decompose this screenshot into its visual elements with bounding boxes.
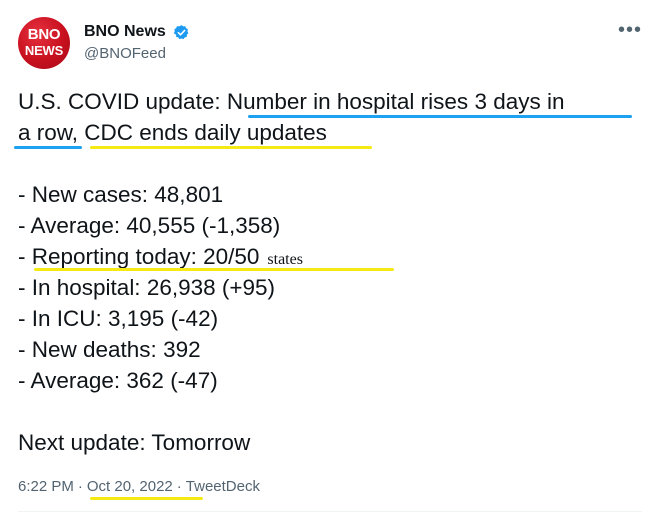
separator-dot: · xyxy=(176,478,182,495)
divider xyxy=(18,511,642,512)
blue-highlight-underline-2 xyxy=(14,146,82,149)
stat-average-deaths: - Average: 362 (-47) xyxy=(18,368,218,393)
tweet-date[interactable]: Oct 20, 2022 xyxy=(87,478,173,495)
avatar-text-line1: BNO xyxy=(27,26,61,43)
tweet-time[interactable]: 6:22 PM xyxy=(18,478,74,495)
stat-average-cases: - Average: 40,555 (-1,358) xyxy=(18,213,281,238)
yellow-highlight-underline-3 xyxy=(90,497,203,500)
tweet-meta: 6:22 PM · Oct 20, 2022 · TweetDeck xyxy=(18,478,260,496)
tweet-source[interactable]: TweetDeck xyxy=(186,478,260,495)
tweet-headline-line2: a row, CDC ends daily updates xyxy=(18,120,327,145)
stat-new-deaths: - New deaths: 392 xyxy=(18,337,201,362)
separator-dot: · xyxy=(77,478,83,495)
author-handle[interactable]: @BNOFeed xyxy=(84,45,166,63)
reporting-states-note: states xyxy=(267,251,303,268)
more-options-icon[interactable]: ••• xyxy=(618,20,641,42)
stat-in-hospital: - In hospital: 26,938 (+95) xyxy=(18,275,276,300)
avatar[interactable]: BNO NEWS xyxy=(18,17,70,69)
author-name[interactable]: BNO News xyxy=(84,22,166,42)
verified-badge-icon xyxy=(173,25,189,40)
yellow-highlight-underline-1 xyxy=(90,146,372,149)
yellow-highlight-underline-2 xyxy=(34,268,394,271)
avatar-text-line2: NEWS xyxy=(24,43,64,58)
stat-reporting-today-text: - Reporting today: 20/50 xyxy=(18,244,260,269)
stat-new-cases: - New cases: 48,801 xyxy=(18,182,224,207)
blue-highlight-underline-1 xyxy=(248,115,632,118)
stat-in-icu: - In ICU: 3,195 (-42) xyxy=(18,306,219,331)
next-update: Next update: Tomorrow xyxy=(18,430,251,455)
tweet-headline-line1: U.S. COVID update: Number in hospital ri… xyxy=(18,89,565,114)
